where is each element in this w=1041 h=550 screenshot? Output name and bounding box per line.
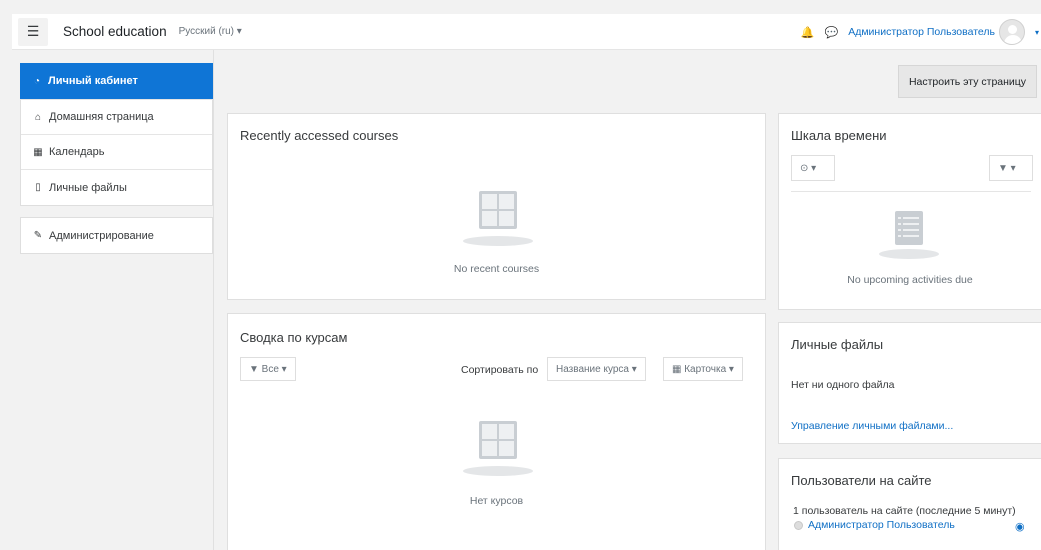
online-users-summary: 1 пользователь на сайте (последние 5 мин… [793,505,1016,517]
timeline-card: Шкала времени ⊙ ▾ ▼ ▾ No upcoming activi… [778,113,1041,310]
courses-empty-icon [479,421,517,459]
empty-shadow [463,236,533,246]
empty-shadow [463,466,533,476]
nav-item-calendar[interactable]: ▦ Календарь [21,135,212,170]
nav-drawer: ◔ Личный кабинет ⌂ Домашняя страница ▦ К… [12,50,214,550]
user-nav: 🔔 💬 Администратор Пользователь ▾ [801,14,1041,50]
eye-icon[interactable]: ◉ [1015,520,1025,533]
nav-item-label: Личный кабинет [48,75,138,87]
top-navbar: ☰ School education Русский (ru) ▾ 🔔 💬 Ад… [12,14,1041,50]
user-menu-name[interactable]: Администратор Пользователь [848,26,995,38]
timeline-sort-dropdown[interactable]: ▼ ▾ [989,155,1033,181]
recent-courses-card: Recently accessed courses No recent cour… [227,113,766,300]
view-mode-dropdown[interactable]: ▦ Карточка ▾ [663,357,743,381]
card-title: Сводка по курсам [240,330,348,345]
manage-private-files-link[interactable]: Управление личными файлами... [791,420,953,432]
courses-empty-icon [479,191,517,229]
empty-shadow [879,249,939,259]
nav-item-label: Календарь [49,146,105,158]
notification-bell-icon[interactable]: 🔔 [801,26,815,39]
nav-item-home[interactable]: ⌂ Домашняя страница [21,100,212,135]
admin-nav-list: ✎ Администрирование [20,217,213,254]
nav-item-label: Личные файлы [49,181,127,194]
empty-message: No upcoming activities due [847,274,973,286]
empty-message: Нет курсов [469,495,524,507]
wrench-icon: ✎ [33,230,43,241]
nav-item-label: Администрирование [49,229,154,242]
filter-all-dropdown[interactable]: ▼ Все ▾ [240,357,296,381]
card-title: Личные файлы [791,337,884,352]
nav-item-dashboard[interactable]: ◔ Личный кабинет [20,63,213,100]
user-avatar [794,521,803,530]
no-files-text: Нет ни одного файла [791,379,895,391]
course-overview-card: Сводка по курсам ▼ Все ▾ Сортировать по … [227,313,766,550]
sort-by-label: Сортировать по [461,364,539,376]
hamburger-menu-icon[interactable]: ☰ [18,17,48,46]
nav-item-label: Домашняя страница [49,111,154,123]
language-menu[interactable]: Русский (ru) ▾ [179,26,242,37]
private-files-card: Личные файлы Нет ни одного файла Управле… [778,322,1041,444]
nav-item-private-files[interactable]: ▯ Личные файлы [21,170,212,205]
site-name-link[interactable]: School education [63,24,167,39]
user-avatar[interactable] [999,19,1025,45]
user-menu-chevron-icon[interactable]: ▾ [1035,28,1041,37]
card-title: Шкала времени [791,128,887,143]
activities-empty-icon [895,211,923,245]
online-user-link[interactable]: Администратор Пользователь [808,519,955,531]
customize-page-button[interactable]: Настроить эту страницу [898,65,1037,98]
divider [791,191,1031,192]
empty-message: No recent courses [453,263,540,275]
main-nav-list: ◔ Личный кабинет ⌂ Домашняя страница ▦ К… [20,63,213,206]
online-users-card: Пользователи на сайте 1 пользователь на … [778,458,1041,550]
sort-by-dropdown[interactable]: Название курса ▾ [547,357,646,381]
messages-chat-icon[interactable]: 💬 [824,26,838,39]
home-icon: ⌂ [34,111,42,123]
file-icon: ▯ [35,182,41,193]
dashboard-icon: ◔ [33,75,41,87]
calendar-icon: ▦ [33,146,43,158]
card-title: Пользователи на сайте [791,473,932,488]
nav-item-administration[interactable]: ✎ Администрирование [21,218,212,253]
timeline-date-filter-dropdown[interactable]: ⊙ ▾ [791,155,835,181]
card-title: Recently accessed courses [240,128,399,143]
